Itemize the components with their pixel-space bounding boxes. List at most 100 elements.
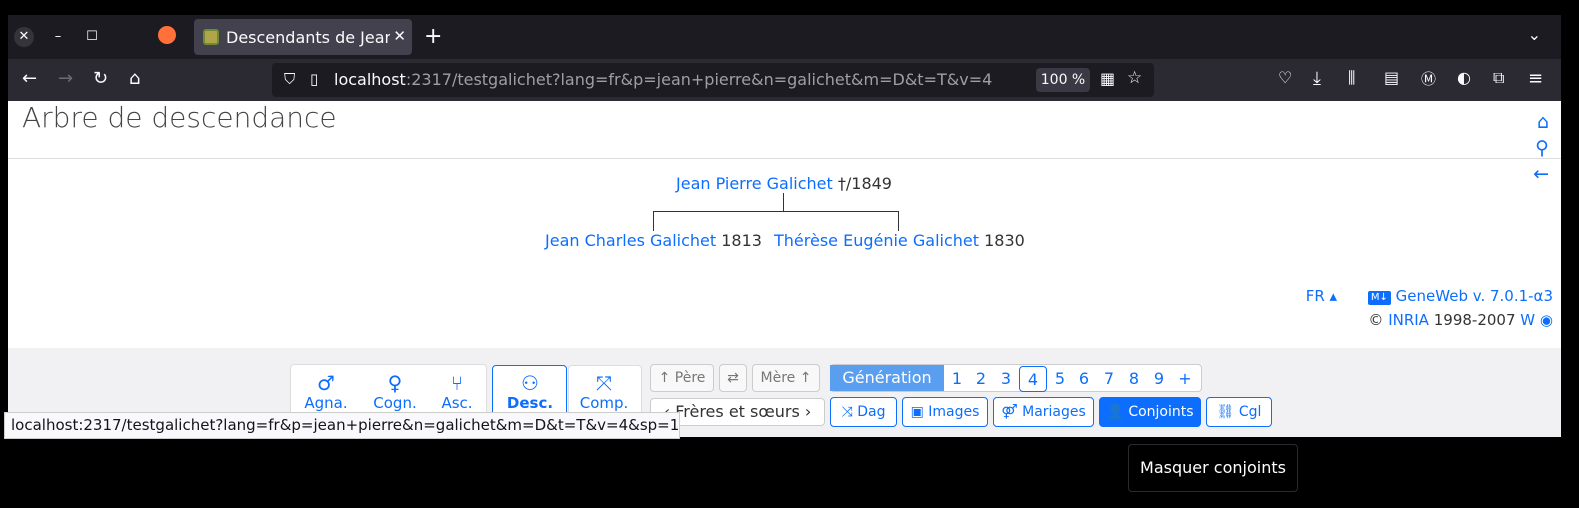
url-bar[interactable]: ⛉ ▯ localhost:2317/testgalichet?lang=fr&… xyxy=(272,63,1154,97)
tree-line xyxy=(898,211,899,231)
url-text[interactable]: localhost:2317/testgalichet?lang=fr&p=je… xyxy=(334,70,992,89)
descendants-icon: ⚇ xyxy=(521,371,539,395)
nav-cognatic-label: Cogn. xyxy=(373,394,417,412)
nav-agnatic[interactable]: ♂ Agna. xyxy=(292,372,360,412)
library-icon[interactable]: ⫼ xyxy=(1348,68,1355,88)
child-person: Jean Charles Galichet 1813 xyxy=(545,231,762,250)
child-person-link[interactable]: Jean Charles Galichet xyxy=(545,231,716,250)
root-person-link[interactable]: Jean Pierre Galichet xyxy=(676,174,833,193)
maximize-icon[interactable]: ☐ xyxy=(82,27,102,47)
geneweb-version-link[interactable]: M↓ GeneWeb v. 7.0.1-α3 xyxy=(1367,287,1553,305)
generation-4-selected[interactable]: 4 xyxy=(1019,366,1047,392)
tab-bar: ✕ – ☐ Descendants de Jean ✕ + ⌄ xyxy=(8,15,1561,59)
page-title: Arbre de descendance xyxy=(22,101,337,134)
cgl-button[interactable]: ⛓ Cgl xyxy=(1206,397,1272,427)
mariages-label: Mariages xyxy=(1022,404,1086,420)
contrast-icon[interactable]: ◐ xyxy=(1457,68,1471,87)
tree-line xyxy=(783,193,784,211)
reload-icon[interactable]: ↻ xyxy=(93,68,108,89)
pocket-icon[interactable]: ♡ xyxy=(1278,68,1292,87)
new-tab-icon[interactable]: + xyxy=(424,24,442,49)
download-icon[interactable]: ⤓ xyxy=(1313,68,1321,89)
active-tab[interactable]: Descendants de Jean ✕ xyxy=(194,19,412,55)
generation-label: Génération xyxy=(830,365,944,391)
account-icon[interactable]: Ⓜ xyxy=(1421,68,1436,89)
markdown-icon: M↓ xyxy=(1367,291,1391,305)
child-person: Thérèse Eugénie Galichet 1830 xyxy=(774,231,1025,250)
nav-cognatic[interactable]: ♀ Cogn. xyxy=(361,372,429,412)
generation-more[interactable]: + xyxy=(1174,366,1196,392)
qr-code-icon[interactable]: ▦ xyxy=(1100,69,1115,88)
divider xyxy=(8,158,1561,159)
mother-button[interactable]: Mère ↑ xyxy=(752,364,820,392)
back-arrow-icon[interactable]: ← xyxy=(1533,163,1549,185)
tree-line xyxy=(653,211,654,231)
nav-descendants[interactable]: ⚇ Desc. xyxy=(496,372,564,412)
minimize-icon[interactable]: – xyxy=(48,27,68,47)
generation-5[interactable]: 5 xyxy=(1049,366,1071,392)
github-icon[interactable]: ◉ xyxy=(1540,311,1553,329)
generation-2[interactable]: 2 xyxy=(970,366,992,392)
bookmark-star-icon[interactable]: ☆ xyxy=(1127,68,1142,88)
swap-icon[interactable]: ⇄ xyxy=(719,364,747,392)
generation-9[interactable]: 9 xyxy=(1148,366,1170,392)
firefox-icon[interactable] xyxy=(158,26,176,44)
nav-descendants-label: Desc. xyxy=(506,394,554,412)
tab-list-chevron-icon[interactable]: ⌄ xyxy=(1528,25,1541,44)
generation-8[interactable]: 8 xyxy=(1123,366,1145,392)
add-user-icon: 👤 xyxy=(1106,404,1124,420)
zoom-level[interactable]: 100 % xyxy=(1036,68,1090,92)
generation-7[interactable]: 7 xyxy=(1098,366,1120,392)
father-label: Père xyxy=(674,370,706,386)
mariages-button[interactable]: ⚤ Mariages xyxy=(993,397,1094,427)
root-person: Jean Pierre Galichet †/1849 xyxy=(676,174,892,193)
language-selector[interactable]: FR ▴ xyxy=(1306,287,1337,305)
inria-link[interactable]: INRIA xyxy=(1388,311,1429,329)
language-label: FR xyxy=(1305,287,1325,305)
forward-icon[interactable]: → xyxy=(58,68,73,89)
generation-3[interactable]: 3 xyxy=(995,366,1017,392)
shield-icon[interactable]: ⛉ xyxy=(284,70,295,88)
home-icon[interactable]: ⌂ xyxy=(1537,111,1549,133)
version-text: GeneWeb v. 7.0.1-α3 xyxy=(1395,287,1553,305)
nav-ascendants[interactable]: ⑂ Asc. xyxy=(423,372,491,412)
copyright-symbol: © xyxy=(1368,311,1384,329)
page-content: Arbre de descendance ⌂ ⚲ ← Jean Pierre G… xyxy=(8,101,1561,437)
mother-label: Mère xyxy=(760,370,796,386)
child-person-link[interactable]: Thérèse Eugénie Galichet xyxy=(774,231,979,250)
tooltip: Masquer conjoints xyxy=(1128,444,1298,492)
dag-label: Dag xyxy=(857,404,886,420)
url-host: localhost xyxy=(334,70,406,89)
search-icon[interactable]: ⚲ xyxy=(1535,137,1549,159)
generation-1[interactable]: 1 xyxy=(946,366,968,392)
menu-icon[interactable]: ≡ xyxy=(1528,68,1543,89)
conjoints-button[interactable]: 👤 Conjoints xyxy=(1099,397,1201,427)
nav-compress[interactable]: ⤧ Comp. xyxy=(570,372,638,412)
sidebar-icon[interactable]: ▤ xyxy=(1384,68,1399,87)
unlink-icon: ⛓ xyxy=(1216,404,1235,420)
root-person-dates: †/1849 xyxy=(837,174,892,193)
wikipedia-icon[interactable]: W xyxy=(1520,311,1535,329)
child-person-dates: 1830 xyxy=(984,231,1025,250)
geneweb-favicon-icon xyxy=(203,29,219,45)
nav-ascendants-label: Asc. xyxy=(441,394,473,412)
page-info-icon[interactable]: ▯ xyxy=(310,70,318,88)
home-icon[interactable]: ⌂ xyxy=(129,68,140,89)
male-icon: ♂ xyxy=(317,371,335,395)
dag-button[interactable]: ⤨ Dag xyxy=(830,397,897,427)
cgl-label: Cgl xyxy=(1238,404,1262,420)
generation-6[interactable]: 6 xyxy=(1073,366,1095,392)
tree-line xyxy=(653,211,899,212)
images-button[interactable]: ▣ Images xyxy=(902,397,988,427)
compress-icon: ⤧ xyxy=(596,371,612,395)
nav-compress-label: Comp. xyxy=(579,394,629,412)
siblings-label: Frères et sœurs xyxy=(675,402,800,421)
back-icon[interactable]: ← xyxy=(22,68,37,89)
nav-agnatic-label: Agna. xyxy=(304,394,348,412)
extensions-icon[interactable]: ⧉ xyxy=(1493,68,1504,88)
female-icon: ♀ xyxy=(387,371,403,395)
tab-close-icon[interactable]: ✕ xyxy=(393,27,406,45)
close-window-icon[interactable]: ✕ xyxy=(14,27,34,47)
father-button[interactable]: ↑ Père xyxy=(650,364,714,392)
navigation-bar: ← → ↻ ⌂ ⛉ ▯ localhost:2317/testgalichet?… xyxy=(8,59,1561,101)
